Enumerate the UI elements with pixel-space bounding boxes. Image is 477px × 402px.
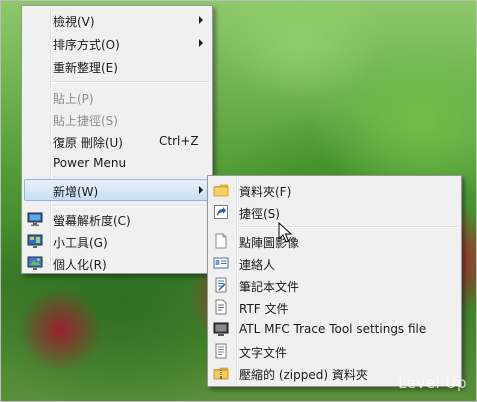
submenu-item-folder[interactable]: 資料夾(F) — [210, 179, 459, 201]
submenu-item-bitmap[interactable]: 點陣圖影像 — [210, 230, 459, 252]
submenu-item-journal-document[interactable]: 筆記本文件 — [210, 274, 459, 296]
menu-item-label: RTF 文件 — [239, 302, 289, 316]
menu-item-label: Power Menu — [53, 156, 127, 170]
menu-item-label: 貼上捷徑(S) — [53, 114, 118, 128]
submenu-item-contact[interactable]: 連絡人 — [210, 252, 459, 274]
submenu-item-rtf-document[interactable]: RTF 文件 — [210, 296, 459, 318]
shortcut-icon — [213, 204, 229, 220]
menu-item-paste-shortcut: 貼上捷徑(S) — [24, 108, 210, 130]
submenu-arrow-icon — [199, 16, 203, 24]
menu-item-label: 貼上(P) — [53, 92, 94, 106]
rtf-document-icon — [213, 299, 229, 315]
menu-item-label: 重新整理(E) — [53, 61, 118, 75]
watermark: Level Up — [398, 374, 467, 392]
menu-item-view[interactable]: 檢視(V) — [24, 9, 210, 31]
menu-item-label: 筆記本文件 — [239, 280, 300, 294]
menu-item-label: 新增(W) — [53, 185, 99, 199]
menu-item-label: 小工具(G) — [53, 236, 108, 250]
zip-folder-icon — [213, 365, 229, 381]
menu-item-label: 排序方式(O) — [53, 38, 120, 52]
text-document-icon — [213, 343, 229, 359]
menu-item-undo-delete[interactable]: 復原 刪除(U) Ctrl+Z — [24, 130, 210, 152]
submenu-item-text-document[interactable]: 文字文件 — [210, 340, 459, 362]
menu-item-label: ATL MFC Trace Tool settings file — [239, 322, 427, 336]
menu-item-paste: 貼上(P) — [24, 86, 210, 108]
menu-separator — [52, 205, 210, 207]
journal-document-icon — [213, 277, 229, 293]
display-icon — [27, 211, 43, 227]
folder-icon — [213, 182, 229, 198]
menu-item-new[interactable]: 新增(W) — [24, 179, 210, 201]
menu-item-label: 連絡人 — [239, 258, 276, 272]
menu-item-sort-by[interactable]: 排序方式(O) — [24, 32, 210, 54]
personalize-icon — [27, 255, 43, 271]
menu-item-label: 檢視(V) — [53, 15, 95, 29]
new-submenu: 資料夾(F) 捷徑(S) 點陣圖影像 連絡人 筆記本文件 RTF 文件 ATL … — [207, 175, 462, 387]
menu-item-power-menu[interactable]: Power Menu — [24, 152, 210, 174]
menu-item-label: 個人化(R) — [53, 258, 107, 272]
contact-card-icon — [213, 255, 229, 271]
gadgets-icon — [27, 233, 43, 249]
menu-item-screen-resolution[interactable]: 螢幕解析度(C) — [24, 208, 210, 230]
submenu-item-shortcut[interactable]: 捷徑(S) — [210, 201, 459, 223]
menu-separator — [52, 81, 210, 83]
menu-item-personalize[interactable]: 個人化(R) — [24, 252, 210, 274]
menu-item-label: 捷徑(S) — [239, 207, 280, 221]
menu-item-label: 復原 刪除(U) — [53, 136, 123, 150]
submenu-item-atl-mfc-trace[interactable]: ATL MFC Trace Tool settings file — [210, 318, 459, 340]
submenu-arrow-icon — [199, 186, 203, 194]
menu-item-shortcut: Ctrl+Z — [159, 134, 199, 148]
desktop-context-menu: 檢視(V) 排序方式(O) 重新整理(E) 貼上(P) 貼上捷徑(S) 復原 刪… — [21, 5, 213, 274]
menu-item-gadgets[interactable]: 小工具(G) — [24, 230, 210, 252]
submenu-arrow-icon — [199, 39, 203, 47]
menu-item-label: 螢幕解析度(C) — [53, 214, 131, 228]
menu-item-refresh[interactable]: 重新整理(E) — [24, 55, 210, 77]
menu-separator — [238, 226, 459, 228]
trace-tool-icon — [213, 321, 229, 337]
menu-item-label: 文字文件 — [239, 346, 288, 360]
menu-item-label: 資料夾(F) — [239, 185, 292, 199]
mouse-cursor-icon — [278, 222, 292, 243]
menu-item-label: 壓縮的 (zipped) 資料夾 — [239, 368, 368, 382]
bitmap-file-icon — [213, 233, 229, 249]
